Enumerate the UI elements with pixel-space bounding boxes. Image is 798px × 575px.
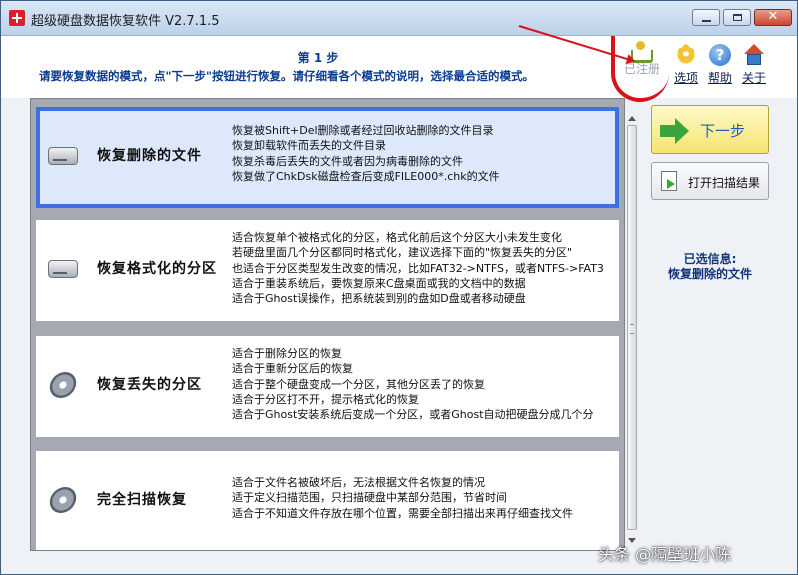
app-logo-icon (9, 10, 25, 26)
maximize-icon (733, 14, 742, 21)
scroll-up-icon[interactable] (628, 116, 636, 121)
mode-list-scrollbar[interactable] (626, 116, 638, 548)
mode-title: 恢复删除的文件 (97, 148, 202, 164)
title-bar[interactable]: 超级硬盘数据恢复软件 V2.7.1.5 ✕ (1, 1, 797, 36)
mode-card-deleted-files[interactable]: 恢复删除的文件 恢复被Shift+Del删除或者经过回收站删除的文件目录 恢复卸… (36, 107, 619, 208)
selected-info: 已选信息: 恢复删除的文件 (643, 252, 777, 282)
open-file-icon (661, 171, 677, 191)
drive-icon (48, 256, 80, 280)
mode-card-formatted-partition[interactable]: 恢复格式化的分区 适合恢复单个被格式化的分区，格式化前后这个分区大小未发生变化 … (36, 220, 619, 321)
step-header: 第 1 步 请要恢复数据的模式，点"下一步"按钮进行恢复。请仔细看各个模式的说明… (1, 36, 797, 98)
open-scan-results-label: 打开扫描结果 (688, 176, 761, 190)
gear-icon (675, 41, 697, 66)
close-button[interactable]: ✕ (754, 9, 792, 26)
about-button[interactable]: 关于 (734, 44, 774, 86)
step-title: 第 1 步 (297, 51, 339, 65)
app-window: 超级硬盘数据恢复软件 V2.7.1.5 ✕ 第 1 步 请要恢复数据的模式，点"… (0, 0, 798, 575)
home-icon (743, 44, 765, 66)
mode-description: 适合恢复单个被格式化的分区，格式化前后这个分区大小未发生变化 若硬盘里面几个分区… (232, 231, 604, 306)
mode-card-full-scan[interactable]: 完全扫描恢复 适合于文件名被破坏后，无法根据文件名恢复的情况 适于定义扫描范围，… (36, 451, 619, 550)
minimize-icon (702, 20, 711, 22)
arrow-right-icon (660, 118, 690, 144)
drive-icon (48, 143, 80, 167)
mode-description: 适合于删除分区的恢复 适合于重新分区后的恢复 适合于整个硬盘变成一个分区，其他分… (232, 347, 594, 422)
annotation-circle (611, 36, 669, 102)
about-label: 关于 (741, 71, 766, 85)
mode-title: 恢复格式化的分区 (97, 261, 217, 277)
help-icon: ? (709, 44, 731, 66)
step-instruction: 请要恢复数据的模式，点"下一步"按钮进行恢复。请仔细看各个模式的说明，选择最合适… (39, 69, 534, 83)
open-scan-results-button[interactable]: 打开扫描结果 (651, 162, 769, 200)
mode-description: 恢复被Shift+Del删除或者经过回收站删除的文件目录 恢复卸载软件而丢失的文… (232, 124, 500, 183)
grip-icon (630, 324, 634, 334)
watermark: 头条 @隔壁班小陈 (598, 545, 732, 564)
selected-info-value: 恢复删除的文件 (667, 267, 752, 281)
window-title: 超级硬盘数据恢复软件 V2.7.1.5 (31, 14, 220, 29)
mode-title: 恢复丢失的分区 (97, 377, 202, 393)
mode-description: 适合于文件名被破坏后，无法根据文件名恢复的情况 适于定义扫描范围，只扫描硬盘中某… (232, 476, 573, 520)
hard-disk-icon (47, 487, 80, 513)
mode-list: 恢复删除的文件 恢复被Shift+Del删除或者经过回收站删除的文件目录 恢复卸… (30, 98, 625, 551)
scroll-thumb[interactable] (627, 125, 637, 530)
mode-card-lost-partition[interactable]: 恢复丢失的分区 适合于删除分区的恢复 适合于重新分区后的恢复 适合于整个硬盘变成… (36, 336, 619, 437)
mode-title: 完全扫描恢复 (97, 492, 187, 508)
selected-info-label: 已选信息: (683, 252, 737, 266)
minimize-button[interactable] (692, 9, 720, 26)
next-step-button[interactable]: 下一步 (651, 105, 769, 154)
next-step-label: 下一步 (700, 122, 746, 140)
close-icon: ✕ (767, 9, 779, 24)
hard-disk-icon (47, 372, 80, 398)
maximize-button[interactable] (723, 9, 751, 26)
